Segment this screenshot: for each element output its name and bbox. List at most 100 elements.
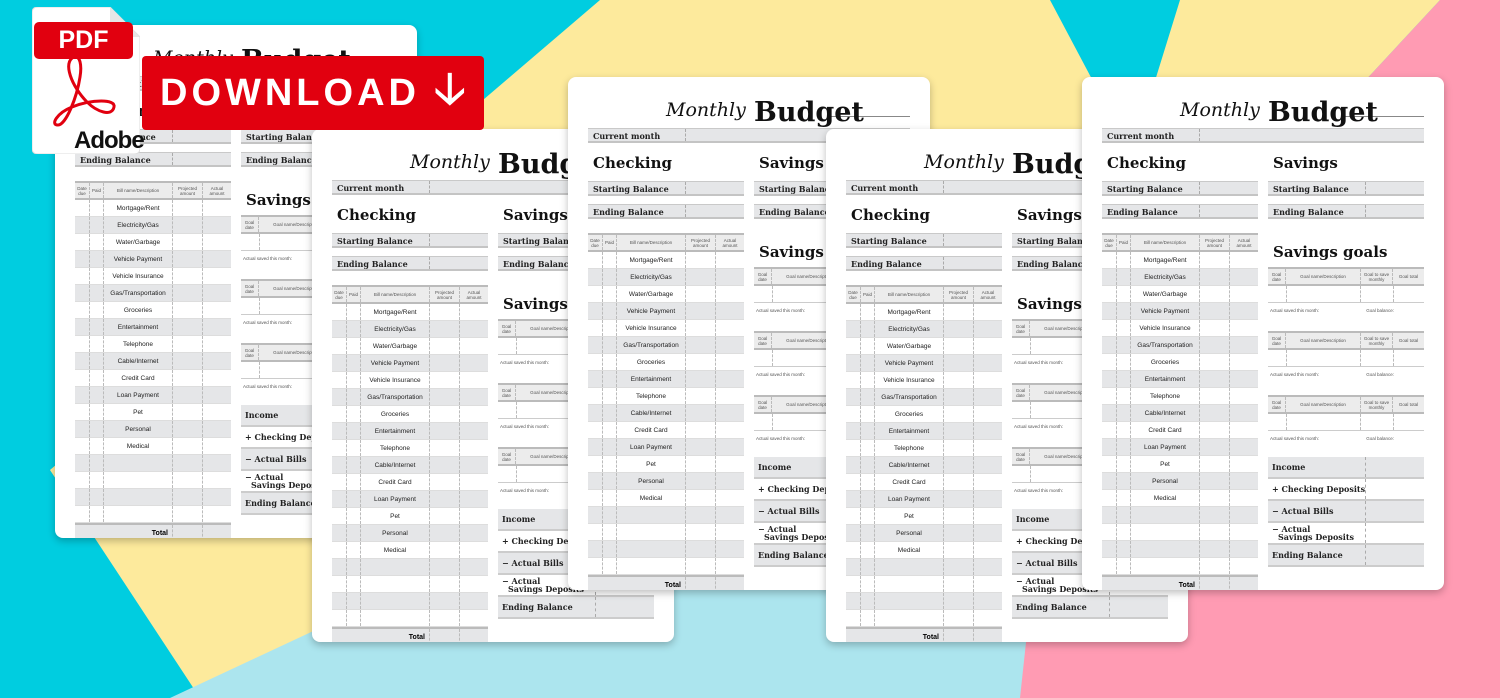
bill-row[interactable]: Groceries (846, 406, 1002, 423)
bill-row[interactable]: Vehicle Insurance (332, 372, 488, 389)
bill-row[interactable]: Mortgage/Rent (588, 252, 744, 269)
bill-row[interactable]: Credit Card (1102, 422, 1258, 439)
bill-row[interactable]: Vehicle Payment (846, 355, 1002, 372)
bill-row[interactable] (1102, 541, 1258, 558)
bill-row[interactable]: Personal (332, 525, 488, 542)
bill-row[interactable] (75, 506, 231, 523)
bill-row[interactable]: Telephone (588, 388, 744, 405)
bill-row[interactable] (75, 472, 231, 489)
bill-row[interactable]: Gas/Transportation (588, 337, 744, 354)
bill-row[interactable] (75, 489, 231, 506)
bill-row[interactable] (846, 576, 1002, 593)
bill-row[interactable] (332, 610, 488, 627)
bill-row[interactable]: Medical (75, 438, 231, 455)
bill-row[interactable]: Electricity/Gas (75, 217, 231, 234)
bill-row[interactable]: Credit Card (588, 422, 744, 439)
goal-entry-row[interactable] (1268, 350, 1424, 367)
bill-row[interactable]: Groceries (1102, 354, 1258, 371)
bill-row[interactable]: Loan Payment (846, 491, 1002, 508)
bill-row[interactable]: Personal (588, 473, 744, 490)
bill-row[interactable] (1102, 558, 1258, 575)
download-button[interactable]: DOWNLOAD 🡣 (142, 56, 484, 130)
bill-row[interactable]: Credit Card (846, 474, 1002, 491)
bill-row[interactable]: Loan Payment (1102, 439, 1258, 456)
bill-row[interactable]: Vehicle Payment (332, 355, 488, 372)
bill-row[interactable]: Electricity/Gas (588, 269, 744, 286)
bill-row[interactable]: Vehicle Payment (1102, 303, 1258, 320)
bill-row[interactable]: Water/Garbage (75, 234, 231, 251)
bill-row[interactable]: Electricity/Gas (846, 321, 1002, 338)
bill-row[interactable]: Cable/Internet (846, 457, 1002, 474)
bill-row[interactable]: Medical (588, 490, 744, 507)
bill-row[interactable]: Electricity/Gas (1102, 269, 1258, 286)
bill-row[interactable]: Pet (846, 508, 1002, 525)
bill-row[interactable]: Medical (1102, 490, 1258, 507)
bill-row[interactable]: Telephone (332, 440, 488, 457)
bill-row[interactable] (1102, 524, 1258, 541)
bill-row[interactable]: Vehicle Insurance (1102, 320, 1258, 337)
bill-row[interactable] (332, 576, 488, 593)
bill-row[interactable]: Electricity/Gas (332, 321, 488, 338)
bill-row[interactable]: Telephone (75, 336, 231, 353)
bill-row[interactable]: Mortgage/Rent (846, 304, 1002, 321)
bill-row[interactable]: Mortgage/Rent (75, 200, 231, 217)
bill-row[interactable]: Entertainment (846, 423, 1002, 440)
bill-row[interactable]: Credit Card (332, 474, 488, 491)
bill-row[interactable]: Vehicle Insurance (75, 268, 231, 285)
goal-entry-row[interactable] (1268, 286, 1424, 303)
bill-row[interactable]: Medical (332, 542, 488, 559)
bill-row[interactable]: Cable/Internet (588, 405, 744, 422)
bill-row[interactable]: Mortgage/Rent (332, 304, 488, 321)
bill-row[interactable]: Vehicle Payment (75, 251, 231, 268)
bill-row[interactable]: Cable/Internet (1102, 405, 1258, 422)
bill-row[interactable]: Medical (846, 542, 1002, 559)
bill-row[interactable]: Vehicle Insurance (846, 372, 1002, 389)
bill-row[interactable]: Mortgage/Rent (1102, 252, 1258, 269)
bill-row[interactable] (846, 610, 1002, 627)
bill-row[interactable]: Gas/Transportation (1102, 337, 1258, 354)
bill-row[interactable]: Entertainment (75, 319, 231, 336)
bill-row[interactable]: Gas/Transportation (332, 389, 488, 406)
bill-row[interactable]: Entertainment (588, 371, 744, 388)
bill-row[interactable]: Gas/Transportation (846, 389, 1002, 406)
bill-row[interactable]: Entertainment (1102, 371, 1258, 388)
bill-row[interactable]: Loan Payment (588, 439, 744, 456)
bill-row[interactable]: Telephone (846, 440, 1002, 457)
bill-row[interactable]: Water/Garbage (588, 286, 744, 303)
bill-row[interactable] (846, 593, 1002, 610)
bill-row[interactable]: Groceries (332, 406, 488, 423)
bill-row[interactable]: Groceries (588, 354, 744, 371)
bill-row[interactable]: Loan Payment (332, 491, 488, 508)
bill-row[interactable]: Personal (1102, 473, 1258, 490)
bill-row[interactable]: Telephone (1102, 388, 1258, 405)
bill-row[interactable]: Loan Payment (75, 387, 231, 404)
bill-row[interactable] (332, 593, 488, 610)
bill-row[interactable]: Groceries (75, 302, 231, 319)
bill-row[interactable]: Personal (846, 525, 1002, 542)
bill-row[interactable]: Vehicle Payment (588, 303, 744, 320)
bill-row[interactable]: Gas/Transportation (75, 285, 231, 302)
bill-row[interactable]: Pet (588, 456, 744, 473)
bill-row[interactable] (846, 559, 1002, 576)
bill-row[interactable] (1102, 507, 1258, 524)
bill-row[interactable]: Water/Garbage (1102, 286, 1258, 303)
bill-row[interactable] (332, 559, 488, 576)
bill-row[interactable]: Water/Garbage (332, 338, 488, 355)
bill-row[interactable]: Pet (75, 404, 231, 421)
bill-row[interactable]: Pet (1102, 456, 1258, 473)
bill-row[interactable] (588, 541, 744, 558)
bill-row[interactable] (588, 507, 744, 524)
bill-row[interactable] (588, 524, 744, 541)
bill-row[interactable]: Personal (75, 421, 231, 438)
bill-row[interactable]: Cable/Internet (332, 457, 488, 474)
bill-row[interactable]: Entertainment (332, 423, 488, 440)
bill-row[interactable]: Vehicle Insurance (588, 320, 744, 337)
bill-row[interactable]: Water/Garbage (846, 338, 1002, 355)
bill-row[interactable]: Cable/Internet (75, 353, 231, 370)
bill-row[interactable]: Credit Card (75, 370, 231, 387)
goal-entry-row[interactable] (1268, 414, 1424, 431)
bill-row[interactable] (588, 558, 744, 575)
bill-row[interactable] (75, 455, 231, 472)
bill-name: Vehicle Payment (1131, 303, 1200, 319)
bill-row[interactable]: Pet (332, 508, 488, 525)
